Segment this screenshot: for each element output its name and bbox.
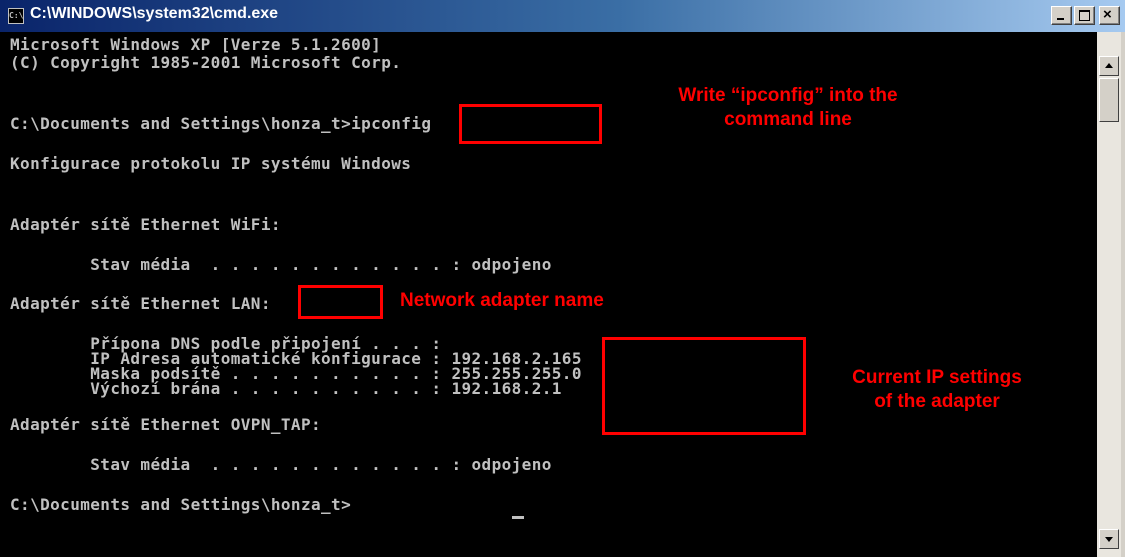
adapter-heading: Adaptér sítě Ethernet OVPN_TAP: [10,415,322,434]
ip-settings-highlight [602,337,806,435]
console-line: Stav média . . . . . . . . . . . . : odp… [10,455,552,474]
console-line: Výchozí brána . . . . . . . . . . : 192.… [10,379,562,398]
adapter-name-highlight [298,285,383,319]
command-annotation: Write “ipconfig” into the command line [618,84,958,132]
annotation-line: Write “ipconfig” into the [678,85,898,106]
text-cursor [512,516,524,519]
window-title: C:\WINDOWS\system32\cmd.exe [30,5,279,22]
close-button[interactable]: × [1099,6,1120,25]
command-prompt-line: C:\Documents and Settings\honza_t> [10,495,352,514]
adapter-annotation: Network adapter name [400,290,604,311]
maximize-button[interactable] [1074,6,1095,25]
console-line: Stav média . . . . . . . . . . . . : odp… [10,255,552,274]
annotation-line: Current IP settings [852,367,1022,388]
vertical-scrollbar[interactable] [1097,32,1121,557]
ipconfig-highlight [459,104,602,144]
title-bar[interactable]: C:\ C:\WINDOWS\system32\cmd.exe × [0,0,1125,32]
command-prompt-line: C:\Documents and Settings\honza_t>ipconf… [10,114,432,133]
console-line: (C) Copyright 1985-2001 Microsoft Corp. [10,53,402,72]
adapter-heading: Adaptér sítě Ethernet LAN: [10,294,271,313]
minimize-button[interactable] [1051,6,1072,25]
console-line: Microsoft Windows XP [Verze 5.1.2600] [10,35,382,54]
adapter-heading: Adaptér sítě Ethernet WiFi: [10,215,281,234]
arrow-up-icon [1105,63,1113,68]
annotation-line: of the adapter [874,391,1000,412]
close-icon: × [1103,6,1112,23]
console-line: Konfigurace protokolu IP systému Windows [10,154,412,173]
annotation-line: command line [724,109,852,130]
scroll-up-button[interactable] [1099,56,1119,76]
maximize-icon [1079,10,1090,21]
arrow-down-icon [1105,537,1113,542]
scrollbar-thumb[interactable] [1099,78,1119,122]
minimize-icon [1057,18,1064,20]
ip-annotation: Current IP settings of the adapter [812,366,1062,414]
scroll-down-button[interactable] [1099,529,1119,549]
cmd-icon: C:\ [8,8,24,24]
